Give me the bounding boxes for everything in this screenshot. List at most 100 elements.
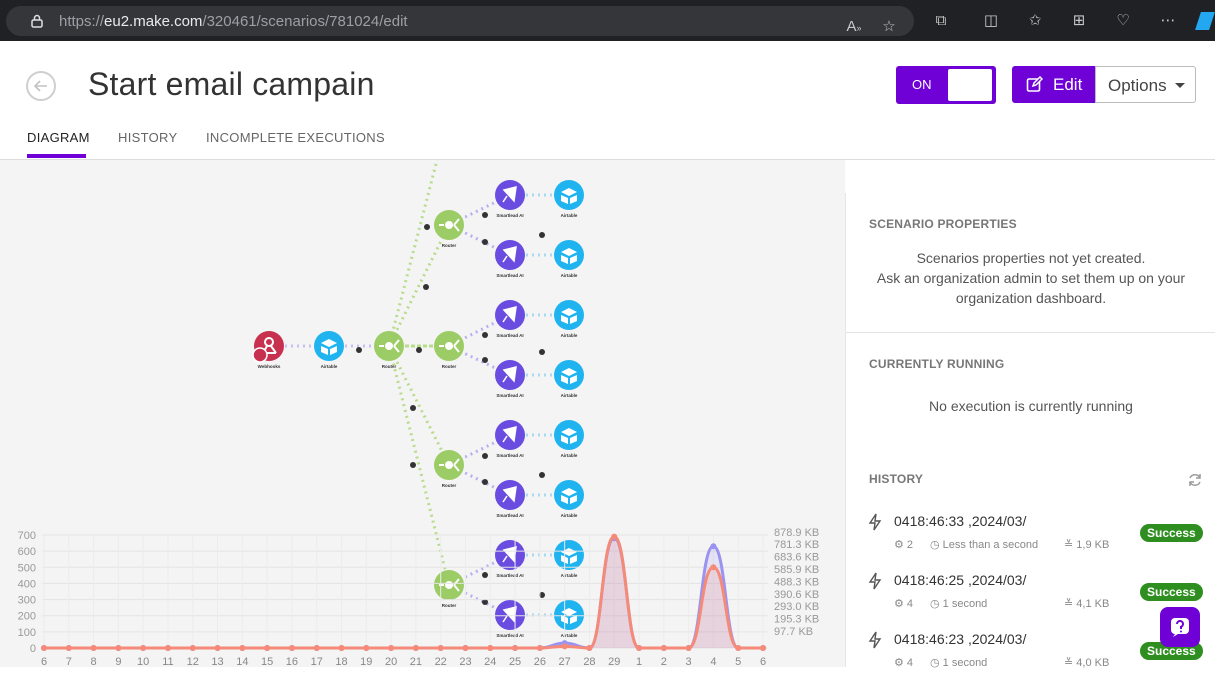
tab-history[interactable]: HISTORY bbox=[118, 130, 177, 145]
duration: ◷ Less than a second bbox=[930, 539, 1039, 551]
y-tick-label: 500 bbox=[18, 562, 36, 574]
y-right-tick-label: 195.3 KB bbox=[774, 614, 819, 626]
series-point bbox=[264, 645, 271, 651]
x-tick-label: 28 bbox=[583, 656, 595, 667]
series-point bbox=[115, 645, 122, 651]
scenario-properties-title: SCENARIO PROPERTIES bbox=[869, 217, 1017, 231]
series-line bbox=[44, 535, 763, 650]
operations-chart: 01002003004005006007006 7 8 9 10 11 12 13 14 15 16… bbox=[18, 527, 820, 667]
series-point bbox=[710, 543, 717, 550]
series-point bbox=[412, 645, 419, 651]
address-bar[interactable]: https://eu2.make.com/320461/scenarios/78… bbox=[6, 6, 914, 36]
x-tick-label: 9 bbox=[115, 656, 121, 667]
scenario-properties-line-3: organization dashboard. bbox=[955, 290, 1107, 306]
series-point bbox=[487, 645, 494, 651]
scenario-properties-line-1: Scenarios properties not yet created. bbox=[916, 250, 1146, 266]
currently-running-text: No execution is currently running bbox=[929, 398, 1133, 414]
bolt-icon bbox=[868, 631, 882, 649]
chevron-down-icon bbox=[1175, 83, 1185, 88]
y-right-tick-label: 488.3 KB bbox=[774, 576, 819, 588]
help-icon bbox=[1171, 618, 1189, 637]
series-point bbox=[41, 645, 47, 651]
browser-toolbar: https://eu2.make.com/320461/scenarios/78… bbox=[0, 0, 1215, 41]
x-tick-label: 4 bbox=[710, 656, 716, 667]
x-tick-label: 7 bbox=[66, 656, 72, 667]
data-size: ≚ 4,0 KB bbox=[1064, 657, 1110, 669]
collections-icon[interactable]: ⊞ bbox=[1069, 11, 1089, 31]
favorite-star-icon[interactable]: ☆ bbox=[879, 17, 899, 37]
help-chat-button[interactable] bbox=[1160, 607, 1200, 647]
bolt-icon bbox=[868, 572, 882, 590]
url-text: https://eu2.make.com/320461/scenarios/78… bbox=[59, 13, 408, 30]
series-point bbox=[65, 645, 72, 651]
y-tick-label: 600 bbox=[18, 546, 36, 558]
health-icon[interactable]: ♡ bbox=[1113, 11, 1133, 31]
series-point bbox=[561, 643, 568, 650]
x-tick-label: 29 bbox=[608, 656, 620, 667]
series-point bbox=[685, 645, 692, 651]
y-tick-label: 400 bbox=[18, 578, 36, 590]
split-screen-icon[interactable]: ◫ bbox=[981, 11, 1001, 31]
x-tick-label: 6 bbox=[760, 656, 766, 667]
y-tick-label: 300 bbox=[18, 595, 36, 607]
tab-incomplete-executions[interactable]: INCOMPLETE EXECUTIONS bbox=[206, 130, 385, 145]
arrow-left-icon bbox=[33, 80, 47, 92]
extensions-icon[interactable]: ⧉ bbox=[931, 11, 951, 31]
x-tick-label: 12 bbox=[187, 656, 199, 667]
series-point bbox=[512, 645, 519, 651]
tab-diagram[interactable]: DIAGRAM bbox=[27, 130, 90, 145]
x-tick-label: 6 bbox=[41, 656, 47, 667]
x-tick-label: 10 bbox=[137, 656, 149, 667]
y-right-tick-label: 878.9 KB bbox=[774, 527, 819, 539]
series-point bbox=[90, 645, 97, 651]
active-tab-indicator bbox=[27, 154, 86, 158]
series-point bbox=[214, 645, 221, 651]
series-point bbox=[363, 645, 370, 651]
x-tick-label: 27 bbox=[559, 656, 571, 667]
x-tick-label: 25 bbox=[509, 656, 521, 667]
edit-button[interactable]: Edit bbox=[1012, 66, 1096, 103]
x-tick-label: 23 bbox=[459, 656, 471, 667]
history-item[interactable]: 0418:46:33 ,2024/03/ ⚙ 2 ◷ Less than a sec… bbox=[846, 513, 1215, 571]
page-title: Start email campain bbox=[88, 66, 375, 102]
x-tick-label: 16 bbox=[286, 656, 298, 667]
series-point bbox=[189, 645, 196, 651]
refresh-icon[interactable] bbox=[1187, 472, 1203, 488]
favorites-icon[interactable]: ✩ bbox=[1025, 11, 1045, 31]
scenario-toggle[interactable]: ON bbox=[896, 66, 996, 104]
series-point bbox=[660, 645, 667, 651]
y-tick-label: 700 bbox=[18, 530, 36, 542]
divider bbox=[846, 332, 1215, 333]
y-right-tick-label: 683.6 KB bbox=[774, 552, 819, 564]
x-tick-label: 3 bbox=[686, 656, 692, 667]
more-menu-icon[interactable]: ⋯ bbox=[1158, 11, 1178, 31]
data-size: ≚ 1,9 KB bbox=[1064, 539, 1110, 551]
tab-bar: DIAGRAM HISTORY INCOMPLETE EXECUTIONS bbox=[0, 126, 1215, 160]
copilot-icon[interactable] bbox=[1195, 12, 1215, 30]
x-tick-label: 11 bbox=[162, 656, 173, 667]
options-label: Options bbox=[1108, 76, 1167, 95]
sidebar: SCENARIO PROPERTIES Scenarios properties… bbox=[845, 193, 1215, 669]
series-point bbox=[536, 645, 543, 651]
scenario-properties-line-2: Ask an organization admin to set them up… bbox=[876, 270, 1186, 286]
toggle-label: ON bbox=[912, 77, 932, 92]
series-point bbox=[710, 564, 717, 571]
back-button[interactable] bbox=[26, 71, 56, 101]
series-point bbox=[462, 645, 469, 651]
operations-count: ⚙ 4 bbox=[894, 598, 914, 610]
x-tick-label: 15 bbox=[261, 656, 273, 667]
x-tick-label: 24 bbox=[484, 656, 496, 667]
series-point bbox=[313, 645, 320, 651]
x-tick-label: 26 bbox=[534, 656, 546, 667]
y-right-tick-label: 390.6 KB bbox=[774, 589, 819, 601]
x-tick-label: 13 bbox=[211, 656, 223, 667]
history-title: HISTORY bbox=[869, 472, 924, 486]
options-dropdown[interactable]: Options bbox=[1095, 66, 1196, 103]
operations-count: ⚙ 4 bbox=[894, 657, 914, 669]
y-right-tick-label: 293.0 KB bbox=[774, 601, 819, 613]
status-badge: Success bbox=[1140, 583, 1203, 601]
read-aloud-icon[interactable]: A» bbox=[844, 17, 864, 37]
status-badge: Success bbox=[1140, 524, 1203, 542]
edit-icon bbox=[1026, 76, 1043, 92]
scenario-diagram-canvas[interactable]: Webhooks Airtable Router Router Router Router… bbox=[0, 160, 845, 667]
